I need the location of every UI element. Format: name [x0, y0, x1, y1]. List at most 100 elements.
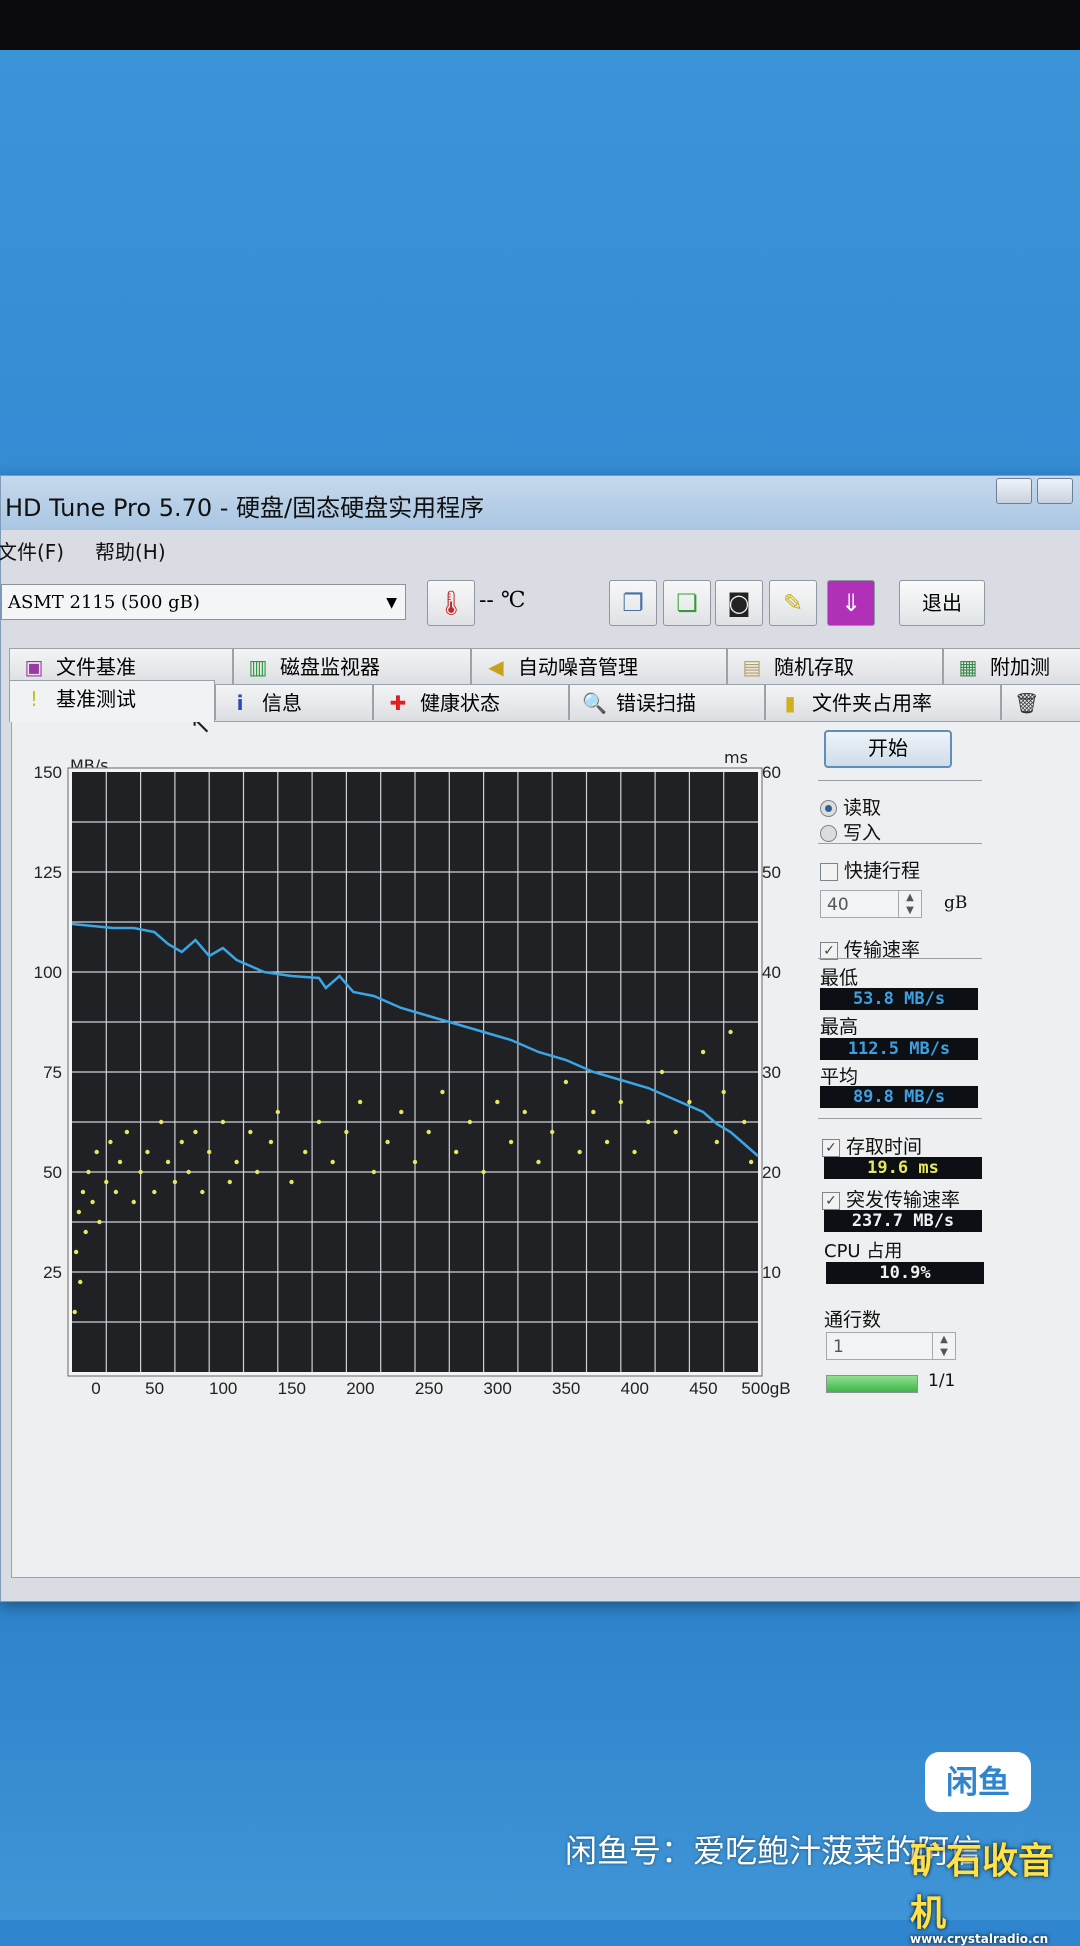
lightbulb-icon: !: [29, 687, 39, 711]
divider: [818, 958, 982, 959]
access-time-point: [659, 1069, 665, 1075]
access-time-point: [632, 1149, 637, 1155]
xianyu-logo: 闲鱼: [925, 1752, 1031, 1812]
burst-rate-value: 237.7 MB/s: [824, 1210, 982, 1232]
access-time-point: [453, 1149, 459, 1155]
write-radio[interactable]: 写入: [820, 818, 881, 845]
passes-label: 通行数: [824, 1309, 882, 1331]
checkmark-icon: ✓: [822, 1138, 840, 1157]
access-time-point: [227, 1179, 232, 1185]
y-left-tick-label: 50: [43, 1163, 62, 1182]
access-time-point: [90, 1199, 95, 1205]
y-right-tick-label: 40: [762, 963, 781, 982]
access-time-point: [357, 1099, 363, 1105]
start-button[interactable]: 开始: [824, 730, 952, 768]
y-left-tick-label: 150: [34, 763, 62, 782]
access-time-point: [495, 1099, 500, 1105]
avg-value: 89.8 MB/s: [820, 1086, 978, 1108]
access-time-point: [426, 1129, 431, 1135]
short-stroke-value: 40: [827, 895, 849, 915]
passes-input[interactable]: 1 ▲ ▼: [826, 1332, 956, 1360]
checkmark-icon: ✓: [822, 1191, 840, 1210]
access-time-point: [673, 1129, 678, 1135]
progress-text: 1/1: [928, 1371, 956, 1391]
access-time-checkbox[interactable]: ✓ 存取时间: [822, 1132, 922, 1159]
x-tick-label: 150: [278, 1379, 306, 1398]
access-time-point: [721, 1089, 726, 1095]
access-time-point: [97, 1219, 102, 1225]
access-time-point: [158, 1119, 164, 1125]
access-time-point: [94, 1149, 99, 1155]
access-time-point: [193, 1129, 198, 1135]
access-time-point: [412, 1159, 418, 1165]
access-time-point: [742, 1119, 747, 1125]
write-label: 写入: [843, 822, 882, 844]
access-time-point: [108, 1139, 113, 1145]
y-left-tick-label: 100: [34, 963, 62, 982]
max-value: 112.5 MB/s: [820, 1038, 978, 1060]
tab-benchmark[interactable]: ! 基准测试: [9, 680, 215, 722]
burst-rate-checkbox[interactable]: ✓ 突发传输速率: [822, 1185, 960, 1212]
access-time-point: [113, 1189, 119, 1195]
x-tick-label: 100: [209, 1379, 237, 1398]
access-time-point: [80, 1189, 86, 1195]
access-time-point: [255, 1169, 260, 1175]
access-time-point: [385, 1139, 390, 1145]
spinner-arrows-icon[interactable]: ▲ ▼: [932, 1333, 955, 1359]
access-time-point: [303, 1149, 308, 1155]
y-right-tick-label: 60: [762, 763, 781, 782]
short-stroke-checkbox[interactable]: 快捷行程: [820, 856, 920, 883]
burst-rate-label: 突发传输速率: [846, 1189, 961, 1211]
access-time-point: [86, 1169, 91, 1175]
access-time-point: [481, 1169, 486, 1175]
read-radio[interactable]: 读取: [820, 793, 881, 820]
access-time-point: [646, 1119, 651, 1125]
avg-label: 平均: [820, 1066, 859, 1088]
x-tick-label: 50: [145, 1379, 164, 1398]
access-time-point: [138, 1169, 143, 1175]
radio-selected-icon: [820, 800, 837, 817]
access-time-point: [687, 1099, 692, 1105]
access-time-point: [78, 1279, 83, 1285]
y-left-tick-label: 75: [43, 1063, 62, 1082]
access-time-point: [522, 1109, 527, 1115]
access-time-point: [186, 1169, 191, 1175]
access-time-point: [104, 1179, 109, 1185]
access-time-point: [550, 1129, 555, 1135]
progress-bar: [826, 1375, 918, 1393]
spinner-arrows-icon[interactable]: ▲ ▼: [898, 891, 921, 917]
access-time-point: [220, 1119, 226, 1125]
access-time-point: [714, 1139, 720, 1145]
access-time-point: [289, 1179, 294, 1185]
radio-icon: [820, 825, 837, 842]
access-time-label: 存取时间: [846, 1136, 923, 1158]
access-time-point: [76, 1209, 82, 1215]
min-label: 最低: [820, 967, 859, 989]
short-stroke-unit: gB: [944, 893, 968, 913]
x-tick-label: 400: [621, 1379, 649, 1398]
access-time-point: [72, 1309, 77, 1315]
access-time-point: [117, 1159, 123, 1165]
short-stroke-input[interactable]: 40 ▲ ▼: [820, 890, 922, 918]
access-time-point: [536, 1159, 541, 1165]
access-time-point: [179, 1139, 184, 1145]
cpu-value: 10.9%: [826, 1262, 984, 1284]
x-tick-label: 450: [689, 1379, 717, 1398]
y-right-tick-label: 10: [762, 1263, 781, 1282]
access-time-point: [275, 1109, 280, 1115]
access-time-point: [316, 1119, 322, 1125]
x-tick-label: 250: [415, 1379, 443, 1398]
checkbox-icon: [820, 862, 838, 881]
access-time-point: [165, 1159, 171, 1165]
access-time-value: 19.6 ms: [824, 1157, 982, 1179]
access-time-point: [563, 1079, 569, 1085]
access-time-point: [268, 1139, 274, 1145]
cpu-label: CPU 占用: [824, 1241, 903, 1262]
access-time-point: [508, 1139, 514, 1145]
access-time-point: [371, 1169, 377, 1175]
x-tick-label: 0: [91, 1379, 100, 1398]
access-time-point: [618, 1099, 623, 1105]
access-time-point: [330, 1159, 335, 1165]
access-time-point: [131, 1199, 136, 1205]
access-time-point: [83, 1229, 88, 1235]
